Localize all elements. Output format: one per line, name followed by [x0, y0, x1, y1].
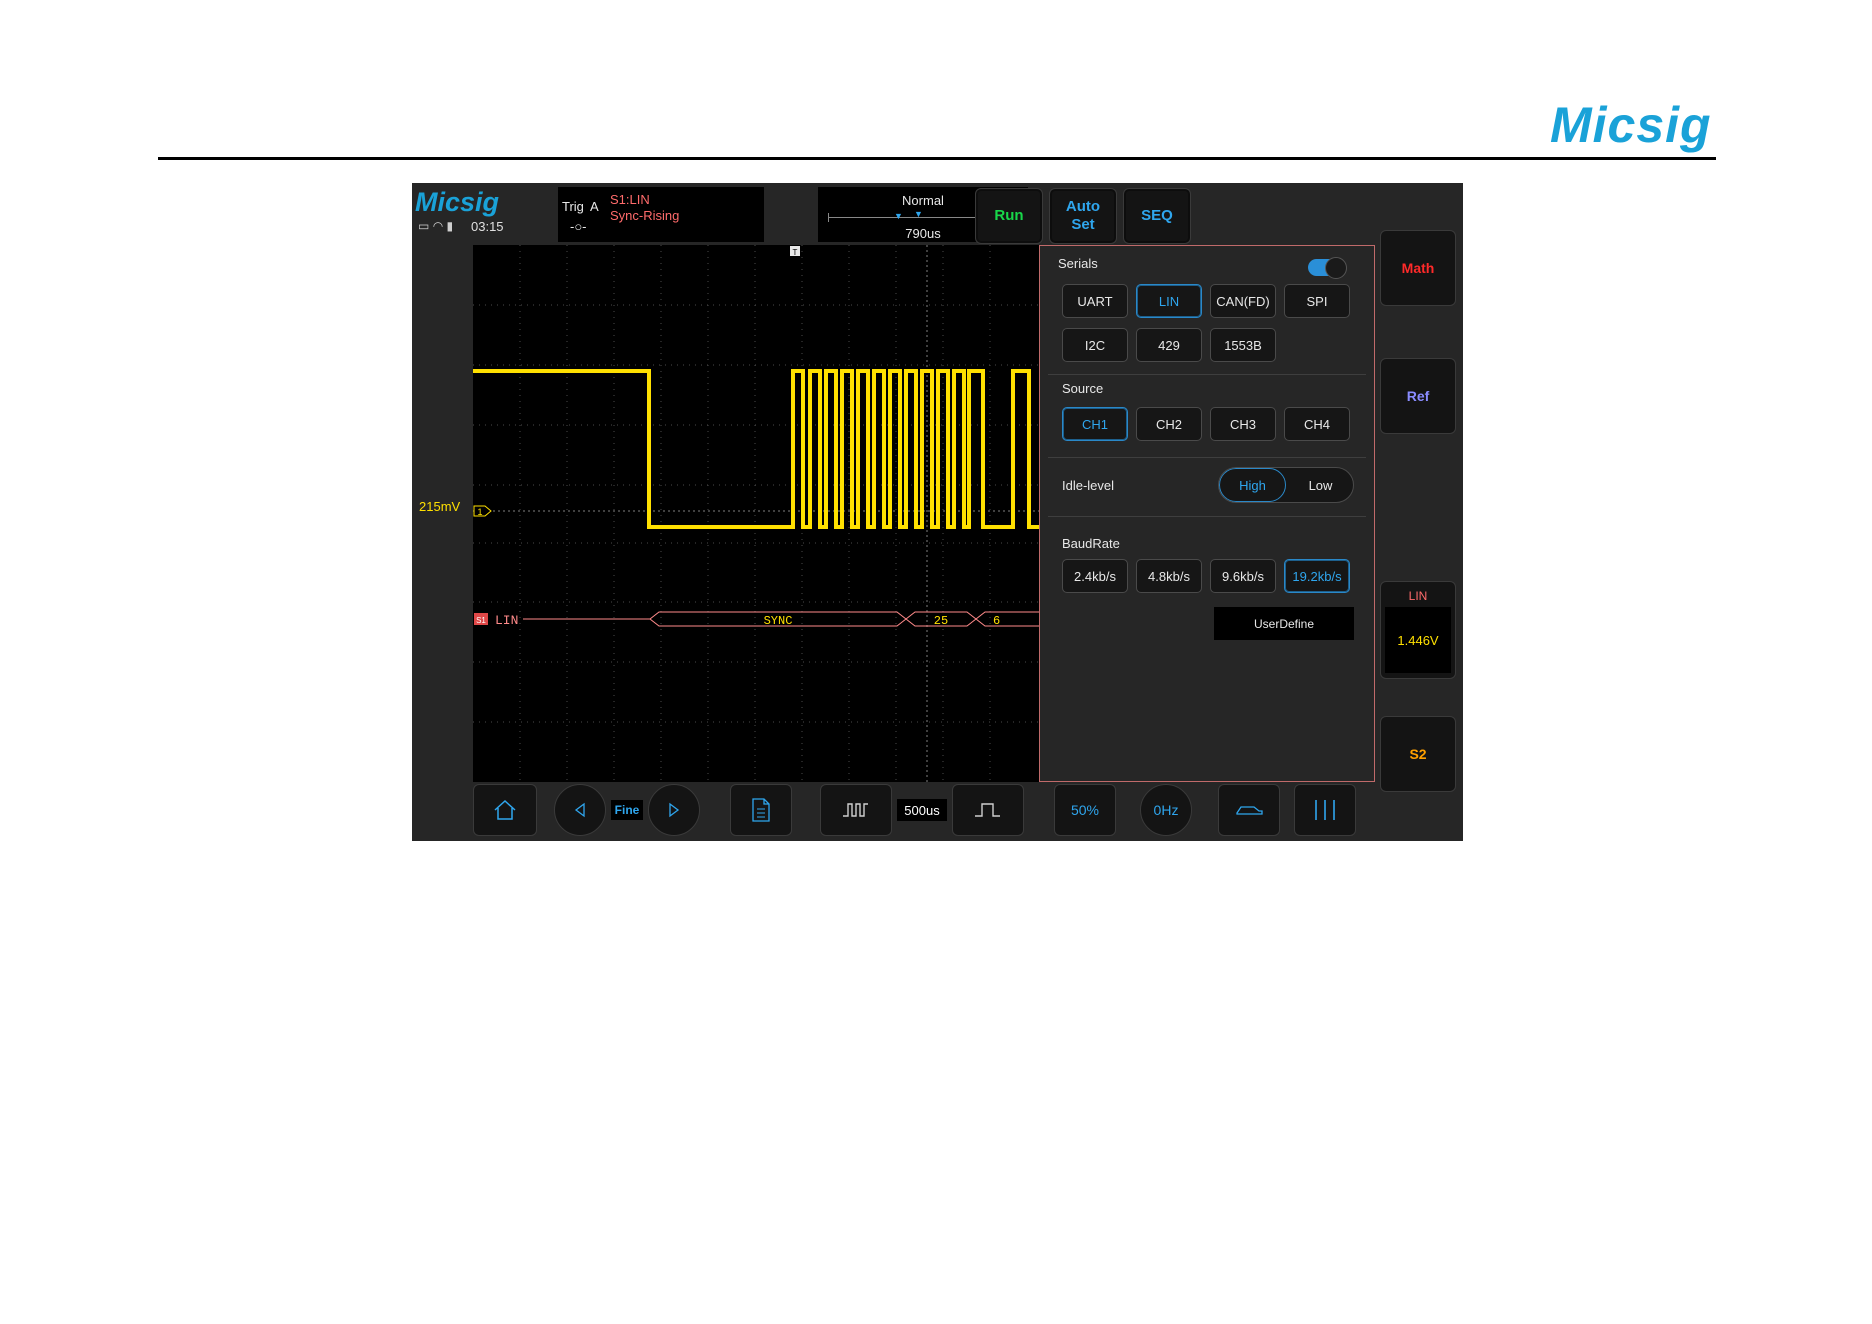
ch1-offset-label: 215mV [419, 499, 461, 514]
timebase-increase-button[interactable] [952, 784, 1024, 836]
oscilloscope-screen: Micsig ▭ ◠ ▮ 03:15 Trig A -○- S1:LIN Syn… [412, 183, 1463, 841]
user-define-button[interactable]: UserDefine [1214, 607, 1354, 640]
protocol-canfd-button[interactable]: CAN(FD) [1210, 284, 1276, 318]
baudrate-title: BaudRate [1062, 536, 1120, 551]
ch1-trace [473, 369, 1040, 529]
wifi-icon: ◠ [432, 219, 444, 233]
ref-button[interactable]: Ref [1380, 358, 1456, 434]
protocol-1553b-button[interactable]: 1553B [1210, 328, 1276, 362]
waveform-display[interactable]: T 1 S1 LIN SYNC 25 6 [473, 245, 1040, 782]
lin-measure-title: LIN [1408, 589, 1428, 603]
lin-measure-panel[interactable]: LIN 1.446V [1380, 581, 1456, 679]
ch1-ground-marker[interactable]: 1 [473, 505, 492, 517]
car-icon [1236, 806, 1263, 815]
clock: 03:15 [471, 219, 504, 234]
source-title: Source [1062, 381, 1104, 396]
packet-data: 6 [993, 614, 1000, 628]
autoset-label-line1: Auto [1065, 198, 1101, 215]
header-rule [158, 157, 1716, 160]
decode-marker[interactable]: S1 LIN [474, 613, 518, 628]
trigger-source: A [590, 199, 599, 214]
serials-title: Serials [1058, 256, 1098, 271]
trigger-mode: Sync-Rising [610, 208, 680, 223]
zoom-in-wave-icon [975, 803, 1000, 817]
idle-low-option[interactable]: Low [1287, 468, 1353, 502]
source-ch1-button[interactable]: CH1 [1062, 407, 1128, 441]
cursor-lines-icon [1315, 800, 1335, 820]
protocol-i2c-button[interactable]: I2C [1062, 328, 1128, 362]
trigger-title: S1:LIN [610, 192, 650, 207]
menu-divider [1048, 457, 1366, 458]
protocol-uart-button[interactable]: UART [1062, 284, 1128, 318]
autoset-label-line2: Set [1071, 216, 1095, 233]
serial-decode-menu: Serials UART LIN CAN(FD) SPI I2C 429 155… [1039, 245, 1375, 782]
menu-divider [1048, 516, 1366, 517]
fine-adjust-toggle[interactable]: Fine [611, 800, 643, 820]
trigger-position-icon[interactable]: T [790, 246, 800, 257]
right-arrow-icon [669, 802, 680, 818]
decode-label: LIN [495, 613, 518, 628]
device-brand-logo: Micsig [415, 187, 500, 217]
display-icon: ▭ [418, 219, 430, 233]
timebase-value: 500us [897, 799, 947, 821]
page-brand-logo: Micsig [1550, 97, 1712, 153]
lin-measure-value: 1.446V [1385, 607, 1451, 673]
source-ch2-button[interactable]: CH2 [1136, 407, 1202, 441]
decode-marker-text: S1 [476, 616, 486, 625]
idle-high-option[interactable]: High [1219, 468, 1286, 502]
packet-sync: SYNC [764, 614, 793, 628]
zero-hz-button[interactable]: 0Hz [1140, 784, 1192, 836]
timebase-decrease-button[interactable] [820, 784, 892, 836]
fifty-percent-button[interactable]: 50% [1054, 784, 1116, 836]
seq-button[interactable]: SEQ [1123, 188, 1191, 244]
save-file-icon [752, 798, 770, 822]
left-arrow-icon [574, 802, 585, 818]
waveform-svg: T 1 S1 LIN SYNC 25 6 [473, 245, 1040, 782]
source-ch4-button[interactable]: CH4 [1284, 407, 1350, 441]
view-marker-icon: ▼ [894, 211, 903, 221]
auto-mode-button[interactable] [1218, 784, 1280, 836]
menu-divider [1048, 374, 1366, 375]
trigger-edge-icon: -○- [570, 219, 587, 234]
step-back-button[interactable] [554, 784, 606, 836]
math-button[interactable]: Math [1380, 230, 1456, 306]
s2-button[interactable]: S2 [1380, 716, 1456, 792]
baud-19200-button[interactable]: 19.2kb/s [1284, 559, 1350, 593]
ch1-marker-text: 1 [477, 507, 482, 517]
source-ch3-button[interactable]: CH3 [1210, 407, 1276, 441]
protocol-429-button[interactable]: 429 [1136, 328, 1202, 362]
zoom-out-wave-icon [843, 803, 868, 817]
battery-icon: ▮ [446, 219, 454, 233]
trigger-info-panel[interactable]: Trig A -○- S1:LIN Sync-Rising [558, 187, 764, 242]
baud-2400-button[interactable]: 2.4kb/s [1062, 559, 1128, 593]
save-button[interactable] [730, 784, 792, 836]
trigger-label: Trig [562, 199, 584, 214]
home-icon [494, 799, 516, 820]
protocol-lin-button[interactable]: LIN [1136, 284, 1202, 318]
serials-toggle[interactable] [1308, 257, 1347, 279]
trigger-position-marker-icon: ▼ [914, 209, 923, 219]
svg-text:T: T [793, 248, 798, 257]
baud-9600-button[interactable]: 9.6kb/s [1210, 559, 1276, 593]
idle-level-title: Idle-level [1062, 478, 1115, 493]
baud-4800-button[interactable]: 4.8kb/s [1136, 559, 1202, 593]
status-icons: ▭ ◠ ▮ [418, 219, 453, 233]
step-forward-button[interactable] [648, 784, 700, 836]
run-button[interactable]: Run [975, 188, 1043, 244]
home-button[interactable] [473, 784, 537, 836]
idle-level-selector[interactable]: High Low [1218, 467, 1354, 503]
cursor-button[interactable] [1294, 784, 1356, 836]
protocol-spi-button[interactable]: SPI [1284, 284, 1350, 318]
packet-id: 25 [934, 614, 948, 628]
autoset-button[interactable]: Auto Set [1049, 188, 1117, 244]
